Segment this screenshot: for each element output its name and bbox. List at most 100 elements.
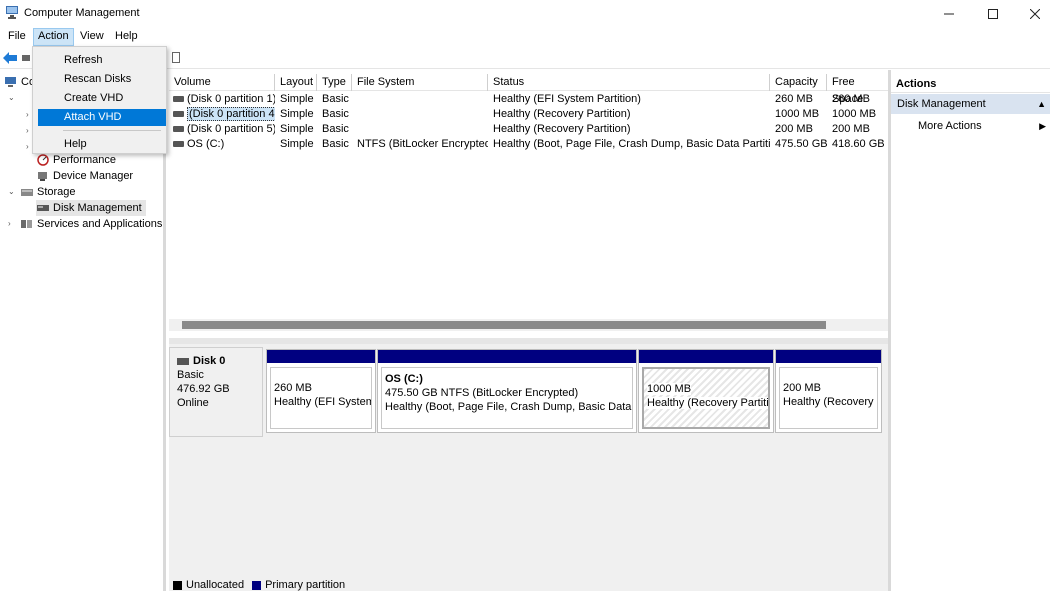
menu-action[interactable]: Action — [33, 28, 74, 46]
partition-size: 200 MB — [783, 382, 821, 394]
column-type[interactable]: Type — [317, 74, 352, 91]
disk-0-label[interactable]: Disk 0 Basic 476.92 GB Online — [169, 347, 263, 437]
window-title: Computer Management — [24, 7, 140, 19]
maximize-icon — [988, 8, 998, 19]
scrollbar-thumb[interactable] — [182, 321, 826, 329]
partition-block[interactable]: 200 MB Healthy (Recovery Pa — [775, 349, 882, 433]
tree-label: Disk Management — [53, 202, 142, 214]
minimize-icon — [944, 13, 954, 14]
partition-status: Healthy (Recovery Partition — [647, 397, 768, 409]
back-arrow-icon[interactable] — [3, 52, 17, 64]
tree-item-performance[interactable]: Performance — [36, 152, 116, 168]
collapsed-chevron-icon[interactable]: › — [26, 110, 29, 119]
collapse-triangle-icon[interactable]: ▲ — [1037, 94, 1046, 114]
tree-item-disk-management[interactable]: Disk Management — [36, 200, 146, 216]
menu-help[interactable]: Help — [111, 29, 142, 45]
cell-file-system: NTFS (BitLocker Encrypted) — [357, 138, 488, 150]
disk-name: Disk 0 — [193, 355, 226, 367]
partition-block[interactable]: OS (C:) 475.50 GB NTFS (BitLocker Encryp… — [377, 349, 637, 433]
actions-pane: Actions Disk Management ▲ More Actions ▶ — [888, 70, 1050, 591]
volume-list-header: Volume Layout Type File System Status Ca… — [169, 74, 888, 105]
primary-partition-bar — [776, 350, 881, 363]
disk-type: Basic — [177, 369, 204, 381]
collapsed-chevron-icon[interactable]: › — [26, 142, 29, 151]
expand-chevron-icon[interactable]: ⌄ — [8, 187, 15, 196]
partition-size: 475.50 GB NTFS (BitLocker Encrypted) — [385, 387, 579, 399]
more-actions-label: More Actions — [918, 120, 982, 132]
table-row[interactable]: OS (C:) Simple Basic NTFS (BitLocker Enc… — [169, 137, 888, 152]
disk-name-row: Disk 0 — [177, 354, 255, 368]
column-capacity[interactable]: Capacity — [770, 74, 827, 91]
cell-volume: (Disk 0 partition 5) — [169, 122, 275, 137]
disk-size: 476.92 GB — [177, 383, 230, 395]
cell-volume: (Disk 0 partition 4) — [169, 107, 275, 122]
maximize-button[interactable] — [972, 0, 1014, 27]
table-row[interactable]: (Disk 0 partition 4) Simple Basic Health… — [169, 107, 888, 122]
volume-name: (Disk 0 partition 1) — [187, 93, 275, 105]
actions-section-disk-management[interactable]: Disk Management ▲ — [891, 94, 1050, 114]
partition-info: 260 MB Healthy (EFI System P — [270, 367, 372, 429]
menu-separator — [63, 130, 161, 131]
partition-info: 200 MB Healthy (Recovery Pa — [779, 367, 878, 429]
minimize-button[interactable] — [928, 0, 970, 27]
column-layout[interactable]: Layout — [275, 74, 317, 91]
cell-layout: Simple — [280, 138, 314, 150]
tree-item-storage[interactable]: Storage — [20, 184, 76, 200]
column-volume[interactable]: Volume — [169, 74, 275, 91]
primary-partition-bar — [378, 350, 636, 363]
collapsed-chevron-icon[interactable]: › — [26, 126, 29, 135]
disk-graphical-view: Disk 0 Basic 476.92 GB Online 260 MB Hea… — [169, 344, 888, 591]
menu-item-create-vhd[interactable]: Create VHD — [38, 90, 166, 107]
cell-capacity: 260 MB — [775, 93, 813, 105]
table-row[interactable]: (Disk 0 partition 1) Simple Basic Health… — [169, 92, 888, 107]
more-actions-item[interactable]: More Actions ▶ — [918, 117, 1048, 135]
forward-arrow-icon[interactable] — [22, 55, 30, 61]
tree-item-root[interactable]: Co — [4, 74, 35, 90]
cell-status: Healthy (Recovery Partition) — [493, 108, 631, 120]
menu-file[interactable]: File — [4, 29, 30, 45]
cell-volume: OS (C:) — [169, 137, 275, 152]
cell-type: Basic — [322, 93, 349, 105]
disk-icon — [177, 357, 189, 365]
expand-chevron-icon[interactable]: ⌄ — [8, 93, 15, 102]
cell-free-space: 418.60 GB — [832, 138, 885, 150]
cell-type: Basic — [322, 108, 349, 120]
disk-management-icon — [37, 205, 49, 211]
tree-item-services-and-applications[interactable]: Services and Applications — [20, 216, 162, 232]
partition-block[interactable]: 260 MB Healthy (EFI System P — [266, 349, 376, 433]
partition-block-selected[interactable]: 1000 MB Healthy (Recovery Partition — [638, 349, 774, 433]
tree-label: Storage — [37, 186, 76, 198]
menu-item-refresh[interactable]: Refresh — [38, 52, 166, 69]
cell-status: Healthy (Boot, Page File, Crash Dump, Ba… — [493, 138, 770, 150]
legend-swatch-unallocated — [173, 580, 182, 590]
properties-icon[interactable] — [172, 52, 180, 63]
collapsed-chevron-icon[interactable]: › — [8, 219, 11, 228]
menu-item-attach-vhd[interactable]: Attach VHD — [38, 109, 166, 126]
cell-capacity: 1000 MB — [775, 108, 820, 120]
partition-status: Healthy (EFI System P — [274, 396, 372, 408]
action-menu-dropdown: Refresh Rescan Disks Create VHD Attach V… — [32, 46, 167, 154]
cell-type: Basic — [322, 138, 349, 150]
legend: Unallocated Primary partition — [173, 579, 345, 591]
menu-view[interactable]: View — [76, 29, 108, 45]
menu-item-help[interactable]: Help — [38, 136, 166, 153]
storage-icon — [21, 189, 33, 196]
cell-type: Basic — [322, 123, 349, 135]
cell-free-space: 1000 MB — [832, 108, 877, 120]
column-status[interactable]: Status — [488, 74, 770, 91]
partition-status: Healthy (Boot, Page File, Crash Dump, Ba… — [385, 401, 633, 413]
table-row[interactable]: (Disk 0 partition 5) Simple Basic Health… — [169, 122, 888, 137]
menu-item-rescan-disks[interactable]: Rescan Disks — [38, 71, 166, 88]
title-bar: Computer Management — [0, 0, 1050, 27]
device-manager-icon — [38, 172, 47, 181]
tree-label: Performance — [53, 154, 116, 166]
submenu-arrow-icon: ▶ — [1039, 121, 1046, 131]
column-free-space[interactable]: Free Space — [827, 74, 888, 105]
volume-list: Volume Layout Type File System Status Ca… — [169, 70, 888, 338]
tree-item-device-manager[interactable]: Device Manager — [36, 168, 133, 184]
column-file-system[interactable]: File System — [352, 74, 488, 91]
cell-status: Healthy (Recovery Partition) — [493, 123, 631, 135]
partition-info: 1000 MB Healthy (Recovery Partition — [642, 367, 770, 429]
close-button[interactable] — [1014, 0, 1050, 27]
cell-volume: (Disk 0 partition 1) — [169, 92, 275, 107]
